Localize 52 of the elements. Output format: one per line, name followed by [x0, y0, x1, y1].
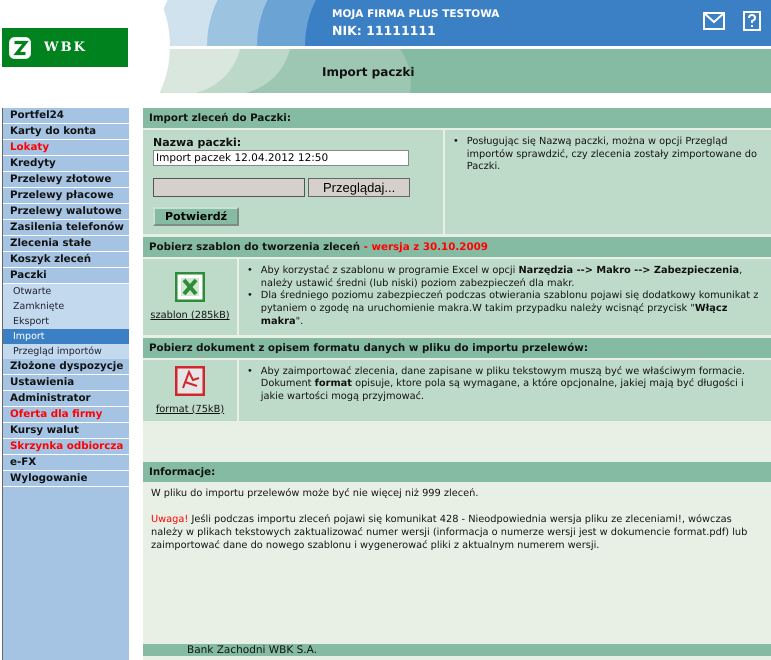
field-label: Nazwa paczki:	[153, 136, 242, 149]
version-note: - wersja z 30.10.2009	[362, 241, 488, 253]
section-header: Informacje:	[143, 462, 771, 482]
menu-item[interactable]: Kredyty	[3, 156, 129, 172]
menu-item[interactable]: Portfel24	[3, 108, 129, 124]
submenu-item[interactable]: Eksport	[3, 314, 129, 329]
bullet: •	[453, 136, 459, 149]
spreadsheet-icon[interactable]	[175, 272, 205, 302]
hint-text: Posługując się Nazwą paczki, można w opcji Przegląd importów sprawdzić, czy zlecenia zostały zimportowane do Paczki.	[466, 136, 758, 174]
logo-mark-icon	[8, 36, 32, 60]
section-header: Import zleceń do Paczki:	[143, 108, 771, 128]
section-header: Pobierz szablon do tworzenia zleceń - wersja z 30.10.2009	[143, 237, 771, 257]
company-name: MOJA FIRMA PLUS TESTOWA	[332, 8, 500, 20]
bank-logo[interactable]: WBK	[2, 28, 128, 67]
bullet: •	[247, 366, 253, 379]
menu-item[interactable]: Przelewy złotowe	[3, 172, 129, 188]
footer-text: Bank Zachodni WBK S.A.	[143, 644, 771, 656]
download-link[interactable]: szablon (285kB)	[150, 310, 230, 322]
mail-icon[interactable]	[703, 12, 725, 30]
menu-item[interactable]: Kursy walut	[3, 423, 129, 439]
nik-number: NIK: 11111111	[332, 23, 436, 38]
menu-item[interactable]: Zasilenia telefonów	[3, 220, 129, 236]
pdf-icon[interactable]	[175, 366, 205, 396]
menu-item[interactable]: Zlecenia stałe	[3, 236, 129, 252]
submenu-item[interactable]: Otwarte	[3, 284, 129, 299]
info-text: W pliku do importu przelewów może być nie więcej niż 999 zleceń.	[151, 488, 480, 500]
submenu-item[interactable]: Zamknięte	[3, 299, 129, 314]
warning-text: Uwaga! Jeśli podczas importu zleceń pojawi się komunikat 428 - Nieodpowiednia wersja pliku ze zleceniami!, wówczas należy w plikach tekstowych zaktualizować numer wersji (informacja o numerze wersji jest w dokumencie format.pdf) lub zaimportować dane do nowego szablonu i wygenerować pliki z aktualnym numerem wersji.	[151, 514, 748, 553]
help-icon[interactable]	[743, 11, 761, 31]
bullet: •	[247, 265, 253, 278]
submenu-item[interactable]: Przegląd importów	[3, 344, 129, 359]
instruction-text: Aby zaimportować zlecenia, dane zapisane w pliku tekstowym muszą być we właściwym formacie. Dokument format opisuje, ktore pola są wymagane, a które opcjonalne, jakiej mają być długości i jakie wartości mogą przyjmować.	[260, 366, 746, 404]
menu-item[interactable]: Koszyk zleceń	[3, 252, 129, 268]
submenu-item[interactable]: Import	[3, 329, 129, 344]
menu-item[interactable]: Karty do konta	[3, 124, 129, 140]
browse-button[interactable]: Przeglądaj...	[308, 178, 410, 197]
input-field[interactable]: Import paczek 12.04.2012 12:50	[153, 150, 409, 166]
bullet: •	[247, 290, 253, 304]
download-link[interactable]: format (75kB)	[156, 404, 224, 415]
file-path-field[interactable]	[153, 178, 305, 197]
section-header: Pobierz dokument z opisem formatu danych w pliku do importu przelewów:	[143, 338, 771, 358]
menu-item[interactable]: Ustawienia	[3, 375, 129, 391]
menu-item[interactable]: e-FX	[3, 455, 129, 471]
menu-item[interactable]: Administrator	[3, 391, 129, 407]
menu-item[interactable]: Przelewy walutowe	[3, 204, 129, 220]
menu-item[interactable]: Przelewy płacowe	[3, 188, 129, 204]
page-title: Import paczki	[322, 65, 415, 79]
instruction-text: Dla średniego poziomu zabezpieczeń podczas otwierania szablonu pojawi się dodatkowy komunikat z pytaniem o zgodę na uruchomienie makra.W takim przypadku należy wcisnąć przycisk "Włącz makra".	[260, 290, 760, 329]
instruction-text: Aby korzystać z szablonu w programie Excel w opcji Narzędzia --> Makro --> Zabezpieczenia, należy ustawić średni (lub niski) poziom zabezpieczeń dla makr.	[260, 265, 744, 290]
confirm-button[interactable]: Potwierdź	[153, 207, 239, 226]
menu-item[interactable]: Złożone dyspozycje	[3, 359, 129, 375]
menu-item[interactable]: Wylogowanie	[3, 471, 129, 487]
